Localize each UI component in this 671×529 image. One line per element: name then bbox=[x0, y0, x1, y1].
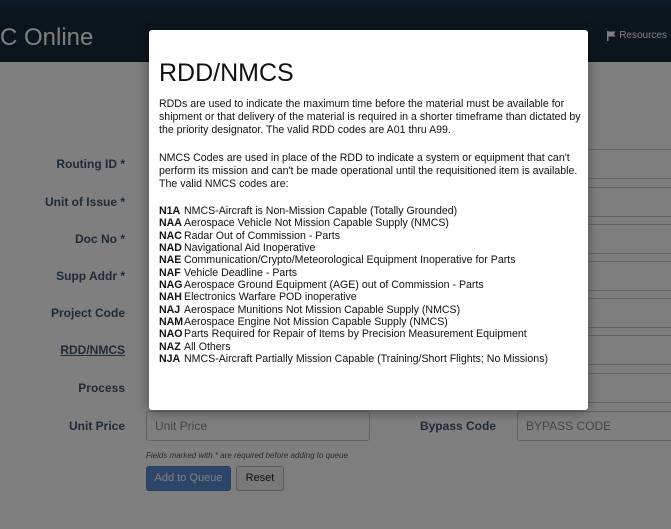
nmcs-description: NMCS Codes are used in place of the RDD … bbox=[159, 152, 578, 190]
list-item: NAM Aerospace Engine Not Mission Capable … bbox=[159, 316, 587, 328]
code-key: NAZ bbox=[159, 340, 181, 353]
list-item: NAA Aerospace Vehicle Not Mission Capable… bbox=[159, 217, 587, 229]
list-item: NJA NMCS-Aircraft Partially Mission Capab… bbox=[159, 353, 587, 365]
code-key: NAC bbox=[159, 229, 182, 242]
code-key: NAJ bbox=[159, 303, 181, 316]
list-item: NAH Electronics Warfare POD inoperative bbox=[159, 291, 587, 303]
code-key: NAD bbox=[159, 242, 182, 255]
code-desc: Aerospace Engine Not Mission Capable Sup… bbox=[184, 316, 448, 329]
code-desc: Aerospace Vehicle Not Mission Capable Su… bbox=[184, 217, 449, 230]
list-item: NAJ Aerospace Munitions Not Mission Capab… bbox=[159, 304, 587, 316]
code-desc: Vehicle Deadline - Parts bbox=[184, 266, 298, 279]
list-item: NAO Parts Required for Repair of Items by… bbox=[159, 328, 587, 340]
list-item: NAC Radar Out of Commission - Parts bbox=[159, 230, 587, 242]
code-desc: NMCS-Aircraft is Non-Mission Capable (To… bbox=[184, 205, 458, 217]
list-item: N1A NMCS-Aircraft is Non-Mission Capable … bbox=[159, 205, 587, 217]
code-desc: Communication/Crypto/Meteorological Equi… bbox=[184, 254, 516, 267]
code-key: NAM bbox=[159, 316, 184, 329]
rdd-description: RDDs are used to indicate the maximum ti… bbox=[159, 98, 581, 136]
code-desc: Navigational Aid Inoperative bbox=[184, 242, 316, 255]
code-key: NAE bbox=[159, 254, 182, 267]
list-item: NAZ All Others bbox=[159, 341, 587, 353]
code-desc: Radar Out of Commission - Parts bbox=[184, 229, 341, 242]
code-desc: NMCS-Aircraft Partially Mission Capable … bbox=[184, 353, 549, 366]
list-item: NAD Navigational Aid Inoperative bbox=[159, 242, 587, 254]
code-key: NAF bbox=[159, 266, 181, 279]
code-key: NAO bbox=[159, 328, 183, 341]
code-desc: Aerospace Munitions Not Mission Capable … bbox=[184, 303, 461, 316]
nmcs-code-list: N1A NMCS-Aircraft is Non-Mission Capable … bbox=[159, 205, 587, 365]
list-item: NAF Vehicle Deadline - Parts bbox=[159, 267, 587, 279]
code-key: NJA bbox=[159, 353, 181, 366]
code-key: NAA bbox=[159, 217, 182, 230]
code-desc: Electronics Warfare POD inoperative bbox=[184, 291, 357, 304]
code-desc: Aerospace Ground Equipment (AGE) out of … bbox=[184, 279, 484, 292]
list-item: NAG Aerospace Ground Equipment (AGE) out … bbox=[159, 279, 587, 291]
list-item: NAE Communication/Crypto/Meteorological E… bbox=[159, 254, 587, 266]
code-desc: Parts Required for Repair of Items by Pr… bbox=[184, 328, 527, 341]
code-key: N1A bbox=[159, 205, 181, 217]
rdd-nmcs-modal: RDD/NMCS RDDs are used to indicate the m… bbox=[149, 30, 588, 410]
code-key: NAG bbox=[159, 279, 183, 292]
code-key: NAH bbox=[159, 291, 182, 304]
code-desc: All Others bbox=[184, 340, 231, 353]
modal-title: RDD/NMCS bbox=[159, 59, 294, 87]
